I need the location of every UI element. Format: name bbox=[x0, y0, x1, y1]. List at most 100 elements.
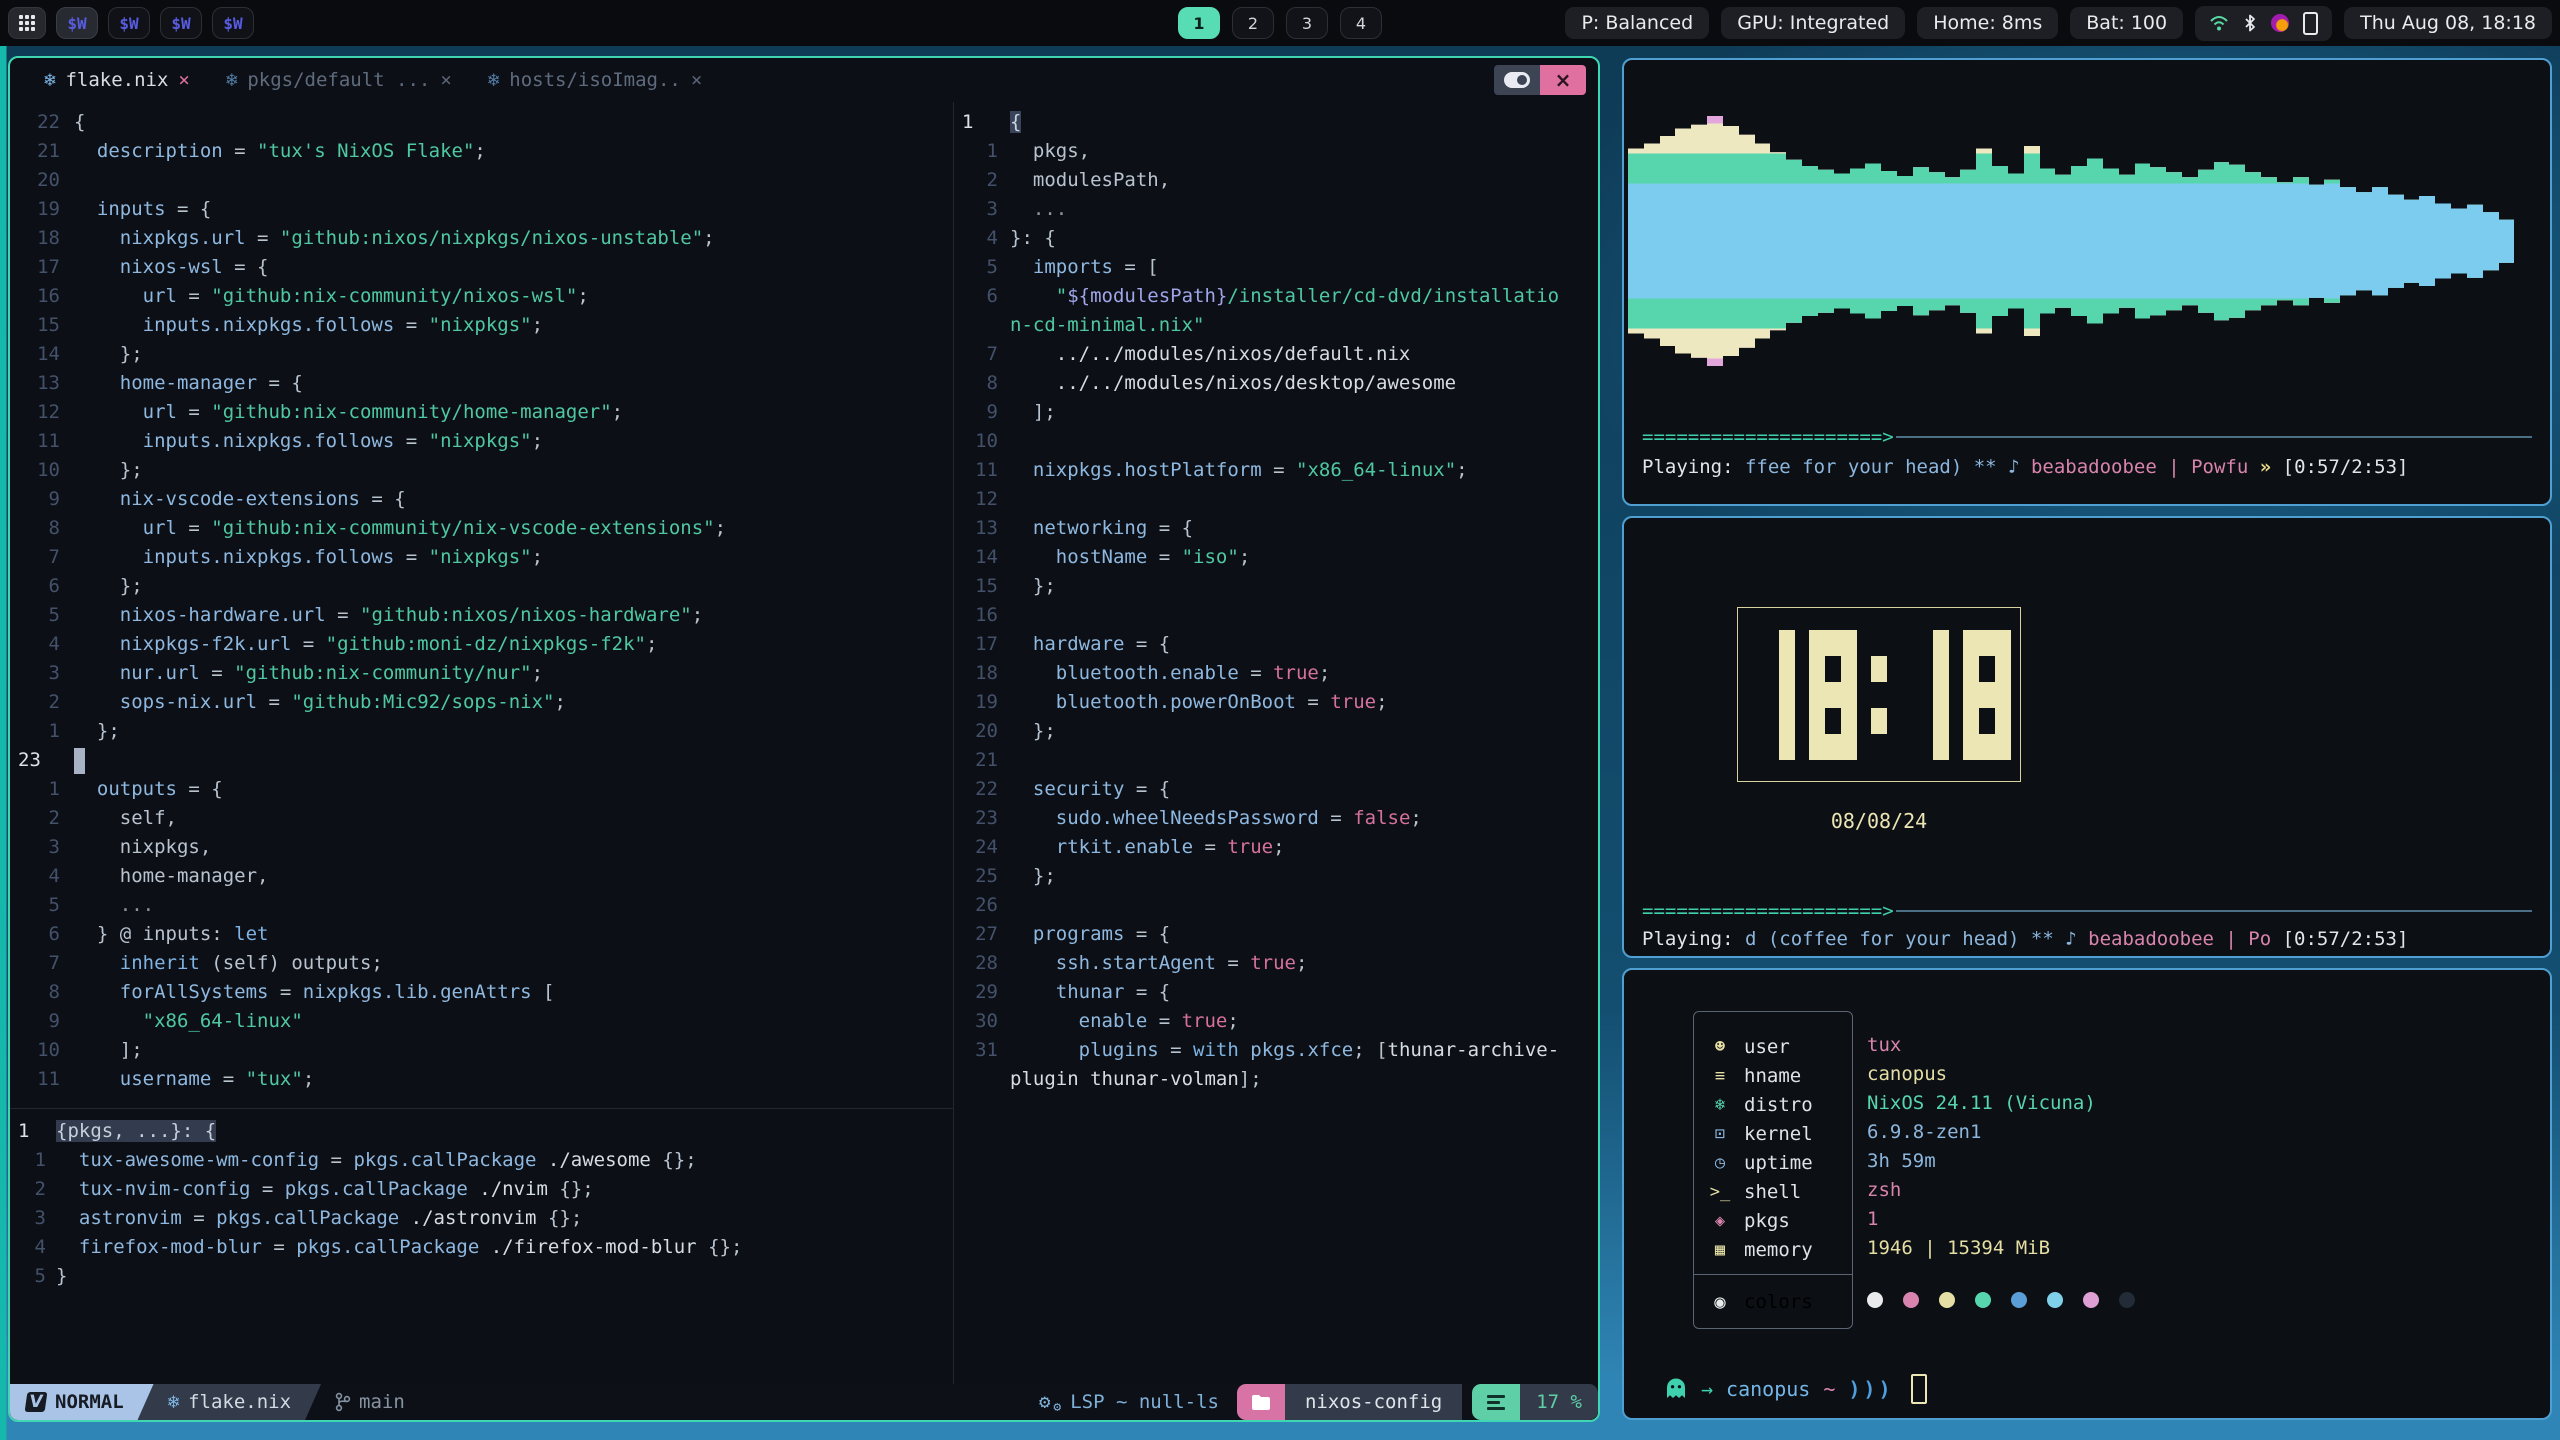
code-line[interactable]: 1 }; bbox=[10, 717, 953, 746]
code-line[interactable]: 4}: { bbox=[954, 224, 1598, 253]
code-line[interactable]: 1{ bbox=[954, 108, 1598, 137]
code-line[interactable]: 30 enable = true; bbox=[954, 1007, 1598, 1036]
close-icon[interactable]: × bbox=[440, 69, 451, 91]
code-line[interactable]: 18 nixpkgs.url = "github:nixos/nixpkgs/n… bbox=[10, 224, 953, 253]
code-line[interactable]: 11 nixpkgs.hostPlatform = "x86_64-linux"… bbox=[954, 456, 1598, 485]
code-line[interactable]: plugin thunar-volman]; bbox=[954, 1065, 1598, 1094]
tag-1[interactable]: 1 bbox=[1178, 7, 1220, 39]
code-line[interactable]: 4 firefox-mod-blur = pkgs.callPackage ./… bbox=[10, 1233, 953, 1262]
code-line[interactable]: 11 inputs.nixpkgs.follows = "nixpkgs"; bbox=[10, 427, 953, 456]
tab-pkgs-default[interactable]: ❄ pkgs/default ... × bbox=[226, 69, 452, 91]
titlebar-toggle-button[interactable] bbox=[1494, 65, 1540, 95]
code-line[interactable]: 3 nur.url = "github:nix-community/nur"; bbox=[10, 659, 953, 688]
tag-3[interactable]: 3 bbox=[1286, 7, 1328, 39]
code-text: ../../modules/nixos/desktop/awesome bbox=[1010, 369, 1456, 398]
code-pane-left[interactable]: 22{21 description = "tux's NixOS Flake";… bbox=[10, 102, 953, 1108]
code-line[interactable]: 3 nixpkgs, bbox=[10, 833, 953, 862]
workspace-button-1[interactable]: $W bbox=[56, 7, 98, 39]
wifi-icon[interactable] bbox=[2209, 14, 2229, 32]
code-line[interactable]: 18 bluetooth.enable = true; bbox=[954, 659, 1598, 688]
code-line[interactable]: 3 ... bbox=[954, 195, 1598, 224]
code-line[interactable]: 17 nixos-wsl = { bbox=[10, 253, 953, 282]
code-line[interactable]: 1{pkgs, ...}: { bbox=[10, 1117, 953, 1146]
code-pane-bottom[interactable]: 1{pkgs, ...}: {1 tux-awesome-wm-config =… bbox=[10, 1109, 953, 1384]
code-line[interactable]: 11 username = "tux"; bbox=[10, 1065, 953, 1094]
tab-hosts-isoimage[interactable]: ❄ hosts/isoImag.. × bbox=[488, 69, 703, 91]
code-line[interactable]: 6 "${modulesPath}/installer/cd-dvd/insta… bbox=[954, 282, 1598, 311]
code-line[interactable]: 6 }; bbox=[10, 572, 953, 601]
close-icon[interactable]: × bbox=[691, 69, 702, 91]
code-line[interactable]: 10 bbox=[954, 427, 1598, 456]
code-line[interactable]: 2 self, bbox=[10, 804, 953, 833]
code-line[interactable]: 9 nix-vscode-extensions = { bbox=[10, 485, 953, 514]
code-line[interactable]: 20 bbox=[10, 166, 953, 195]
code-line[interactable]: 7 inherit (self) outputs; bbox=[10, 949, 953, 978]
code-line[interactable]: 2 sops-nix.url = "github:Mic92/sops-nix"… bbox=[10, 688, 953, 717]
code-line[interactable]: 20 }; bbox=[954, 717, 1598, 746]
code-line[interactable]: 31 plugins = with pkgs.xfce; [thunar-arc… bbox=[954, 1036, 1598, 1065]
code-line[interactable]: 28 ssh.startAgent = true; bbox=[954, 949, 1598, 978]
bluetooth-icon[interactable] bbox=[2243, 14, 2257, 32]
code-line[interactable]: 17 hardware = { bbox=[954, 630, 1598, 659]
code-line[interactable]: 21 description = "tux's NixOS Flake"; bbox=[10, 137, 953, 166]
workspace-button-2[interactable]: $W bbox=[108, 7, 150, 39]
code-line[interactable]: 5 nixos-hardware.url = "github:nixos/nix… bbox=[10, 601, 953, 630]
tag-4[interactable]: 4 bbox=[1340, 7, 1382, 39]
media-icon[interactable] bbox=[2271, 14, 2289, 32]
launcher-button[interactable] bbox=[8, 7, 46, 39]
code-line[interactable]: 14 }; bbox=[10, 340, 953, 369]
code-line[interactable]: 8 forAllSystems = nixpkgs.lib.genAttrs [ bbox=[10, 978, 953, 1007]
code-line[interactable]: 7 ../../modules/nixos/default.nix bbox=[954, 340, 1598, 369]
code-line[interactable]: 13 networking = { bbox=[954, 514, 1598, 543]
code-line[interactable]: 12 url = "github:nix-community/home-mana… bbox=[10, 398, 953, 427]
code-line[interactable]: 19 bluetooth.powerOnBoot = true; bbox=[954, 688, 1598, 717]
code-line[interactable]: 21 bbox=[954, 746, 1598, 775]
code-line[interactable]: 27 programs = { bbox=[954, 920, 1598, 949]
code-line[interactable]: 5 ... bbox=[10, 891, 953, 920]
code-line[interactable]: 25 }; bbox=[954, 862, 1598, 891]
code-line[interactable]: 9 "x86_64-linux" bbox=[10, 1007, 953, 1036]
code-line[interactable]: 1 outputs = { bbox=[10, 775, 953, 804]
code-line[interactable]: 16 bbox=[954, 601, 1598, 630]
code-line[interactable]: 6 } @ inputs: let bbox=[10, 920, 953, 949]
code-line[interactable]: 22 security = { bbox=[954, 775, 1598, 804]
code-line[interactable]: 4 nixpkgs-f2k.url = "github:moni-dz/nixp… bbox=[10, 630, 953, 659]
tag-2[interactable]: 2 bbox=[1232, 7, 1274, 39]
code-line[interactable]: 2 tux-nvim-config = pkgs.callPackage ./n… bbox=[10, 1175, 953, 1204]
code-line[interactable]: 23 sudo.wheelNeedsPassword = false; bbox=[954, 804, 1598, 833]
code-line[interactable]: 8 ../../modules/nixos/desktop/awesome bbox=[954, 369, 1598, 398]
close-icon[interactable]: × bbox=[178, 69, 189, 91]
code-line[interactable]: 22{ bbox=[10, 108, 953, 137]
code-line[interactable]: 24 rtkit.enable = true; bbox=[954, 833, 1598, 862]
code-line[interactable]: 14 hostName = "iso"; bbox=[954, 543, 1598, 572]
code-line[interactable]: 1 pkgs, bbox=[954, 137, 1598, 166]
code-pane-right[interactable]: 1{1 pkgs,2 modulesPath,3 ...4}: {5 impor… bbox=[954, 102, 1598, 1384]
code-line[interactable]: 29 thunar = { bbox=[954, 978, 1598, 1007]
code-line[interactable]: 5} bbox=[10, 1262, 953, 1291]
code-line[interactable]: 10 }; bbox=[10, 456, 953, 485]
code-line[interactable]: 2 modulesPath, bbox=[954, 166, 1598, 195]
code-line[interactable]: 9 ]; bbox=[954, 398, 1598, 427]
workspace-button-3[interactable]: $W bbox=[160, 7, 202, 39]
phone-icon[interactable] bbox=[2303, 12, 2318, 35]
code-line[interactable]: 15 inputs.nixpkgs.follows = "nixpkgs"; bbox=[10, 311, 953, 340]
code-line[interactable]: 10 ]; bbox=[10, 1036, 953, 1065]
code-line[interactable]: 5 imports = [ bbox=[954, 253, 1598, 282]
code-line[interactable]: 16 url = "github:nix-community/nixos-wsl… bbox=[10, 282, 953, 311]
code-line[interactable]: n-cd-minimal.nix" bbox=[954, 311, 1598, 340]
code-line[interactable]: 19 inputs = { bbox=[10, 195, 953, 224]
code-line[interactable]: 4 home-manager, bbox=[10, 862, 953, 891]
workspace-button-4[interactable]: $W bbox=[212, 7, 254, 39]
titlebar-close-button[interactable]: × bbox=[1540, 65, 1586, 95]
code-line[interactable]: 3 astronvim = pkgs.callPackage ./astronv… bbox=[10, 1204, 953, 1233]
code-line[interactable]: 23 bbox=[10, 746, 953, 775]
code-line[interactable]: 13 home-manager = { bbox=[10, 369, 953, 398]
shell-prompt[interactable]: → canopus ~ ))) bbox=[1664, 1374, 1927, 1404]
code-line[interactable]: 8 url = "github:nix-community/nix-vscode… bbox=[10, 514, 953, 543]
code-line[interactable]: 1 tux-awesome-wm-config = pkgs.callPacka… bbox=[10, 1146, 953, 1175]
code-line[interactable]: 7 inputs.nixpkgs.follows = "nixpkgs"; bbox=[10, 543, 953, 572]
code-line[interactable]: 15 }; bbox=[954, 572, 1598, 601]
tab-flake-nix[interactable]: ❄ flake.nix × bbox=[44, 69, 190, 91]
code-line[interactable]: 12 bbox=[954, 485, 1598, 514]
code-line[interactable]: 26 bbox=[954, 891, 1598, 920]
